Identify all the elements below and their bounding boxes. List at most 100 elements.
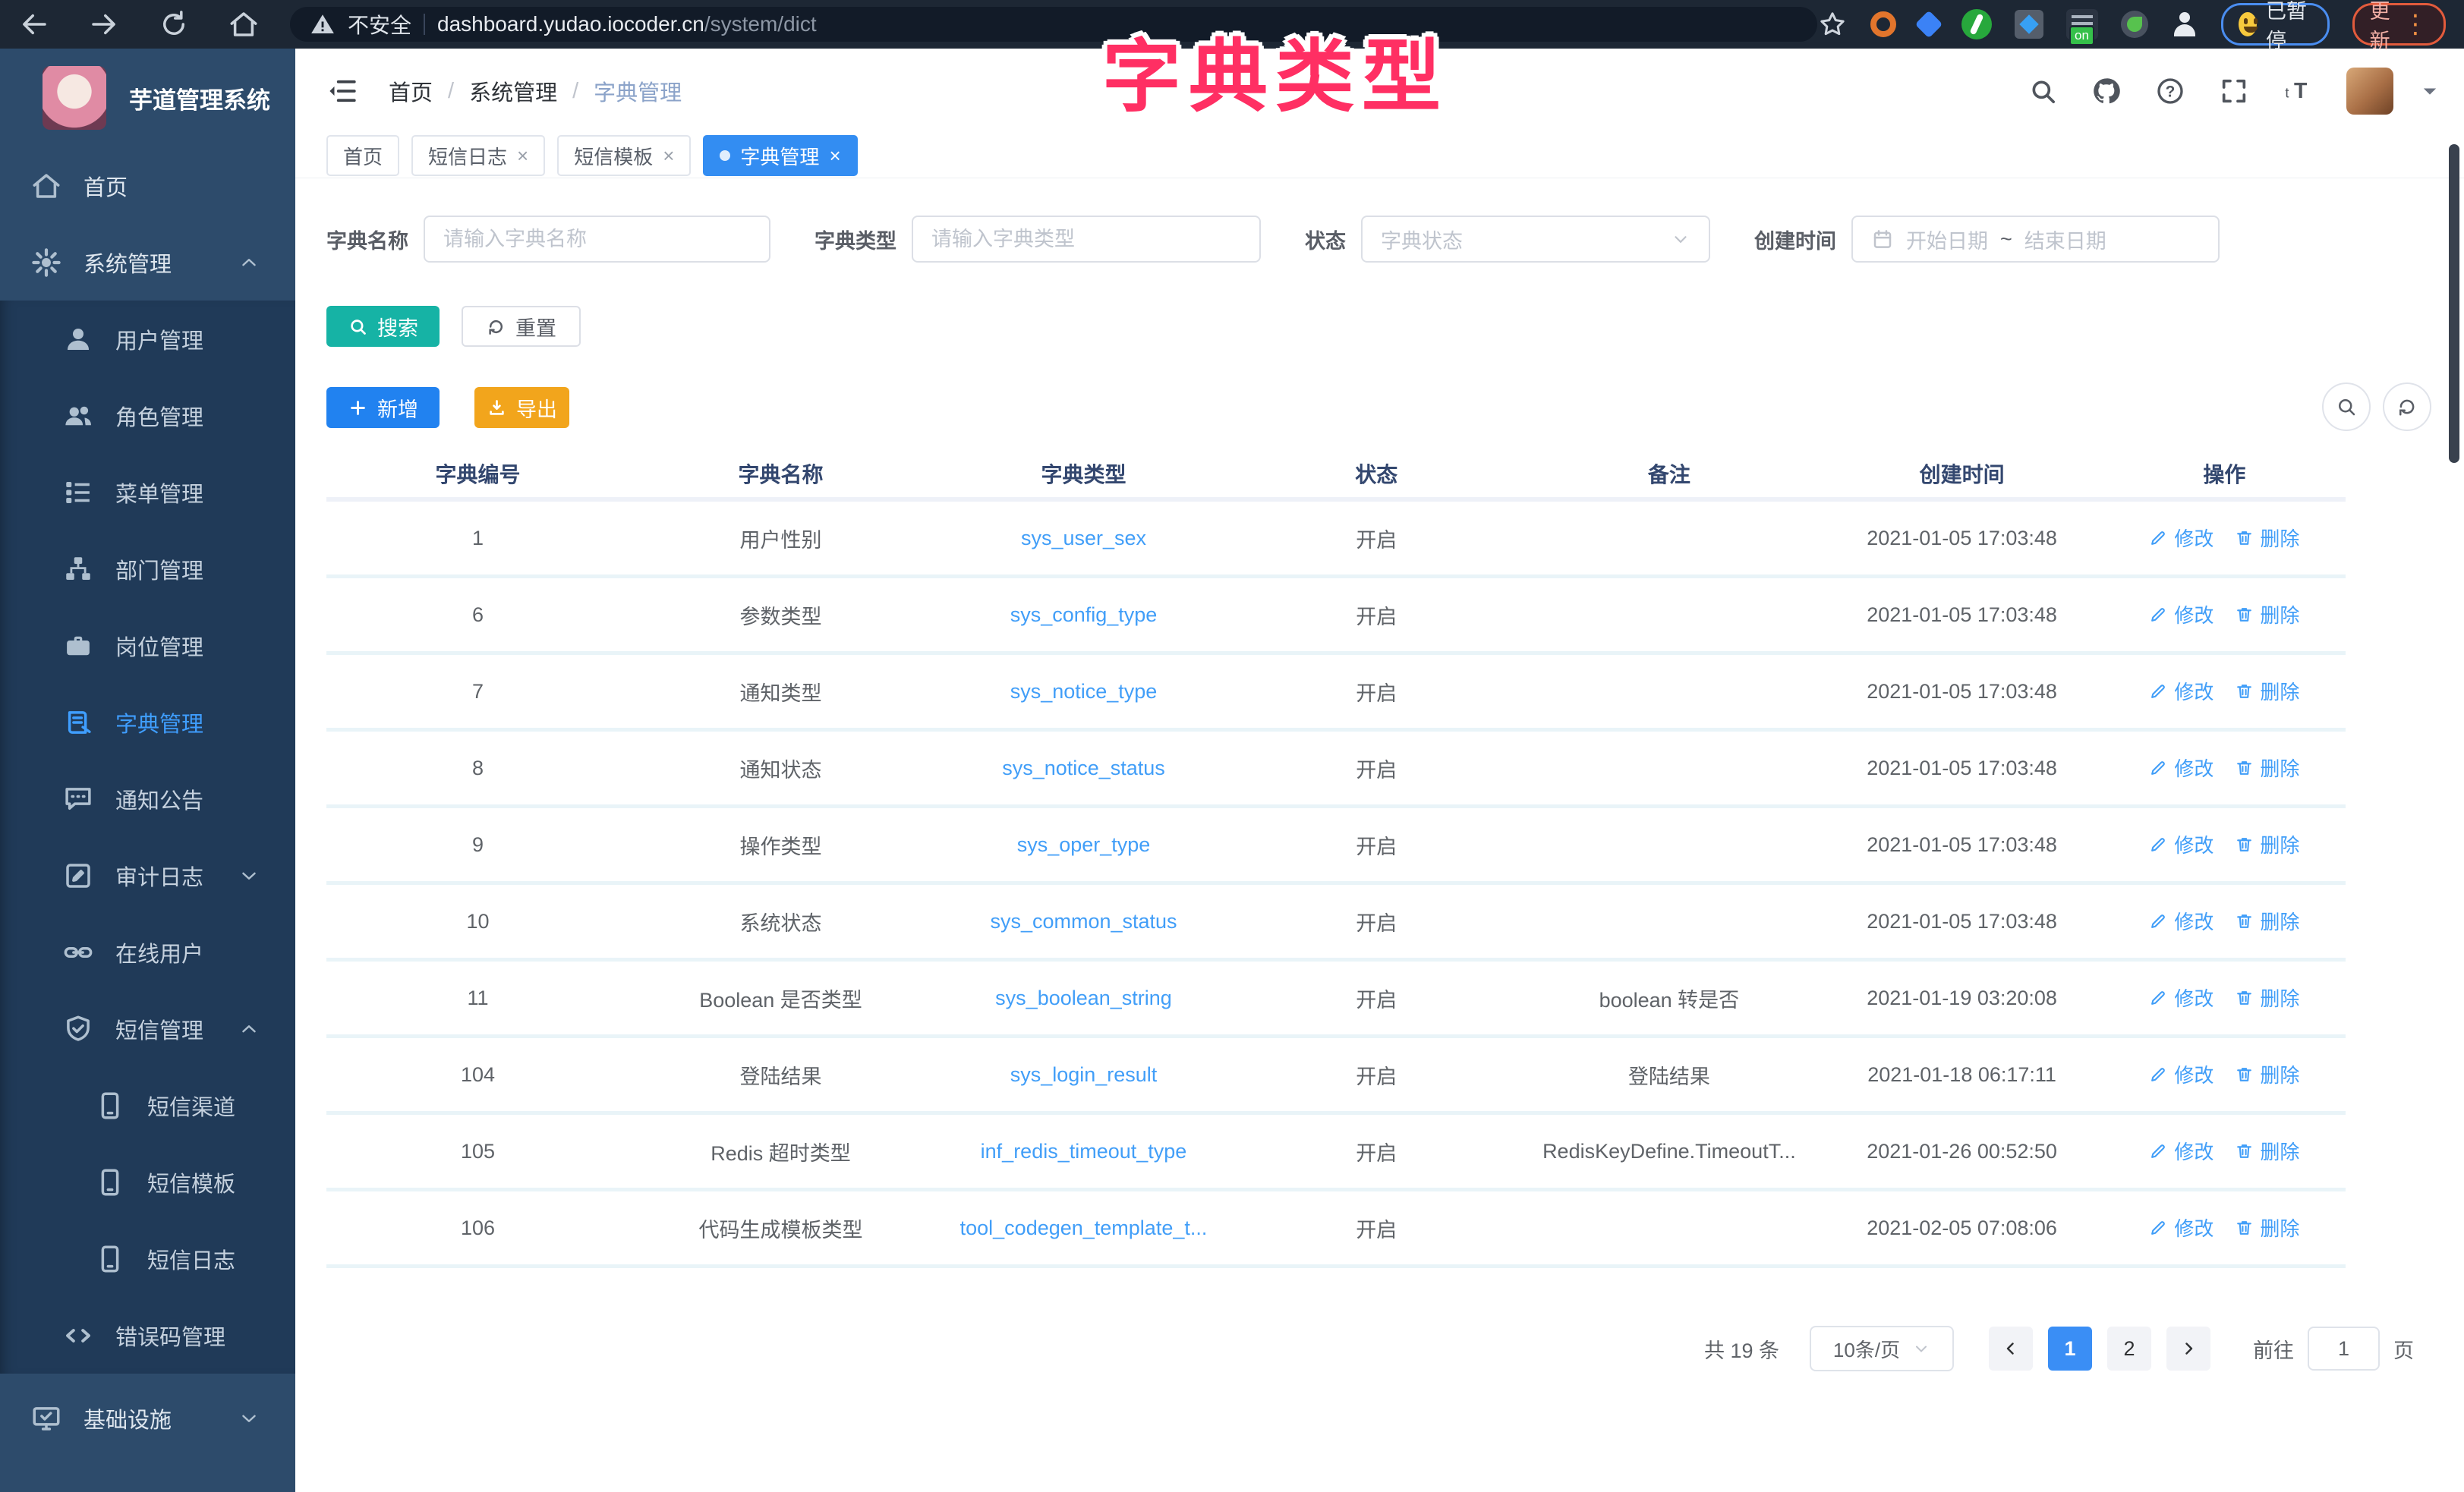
page-size-select[interactable]: 10条/页 (1810, 1326, 1954, 1371)
close-icon[interactable]: × (829, 146, 840, 165)
extension-icon[interactable]: on (2066, 9, 2098, 39)
sidebar-item[interactable]: 短信管理 (0, 990, 295, 1067)
edit-link[interactable]: 修改 (2149, 984, 2214, 1012)
edit-link[interactable]: 修改 (2149, 677, 2214, 705)
delete-link[interactable]: 删除 (2235, 1060, 2299, 1088)
search-icon[interactable] (2028, 76, 2058, 106)
next-page-button[interactable] (2166, 1327, 2210, 1371)
sidebar-item[interactable]: 在线用户 (0, 914, 295, 990)
status-select[interactable]: 字典状态 (1361, 216, 1710, 263)
breadcrumb-home[interactable]: 首页 (389, 75, 433, 107)
delete-link[interactable]: 删除 (2235, 677, 2299, 705)
close-icon[interactable]: × (517, 146, 528, 165)
dict-type-link[interactable]: sys_notice_type (1010, 680, 1158, 703)
tab-active[interactable]: 字典管理× (703, 135, 857, 176)
search-button[interactable]: 搜索 (326, 306, 440, 347)
sidebar-item[interactable]: 岗位管理 (0, 607, 295, 684)
dict-type-link[interactable]: sys_config_type (1010, 603, 1158, 626)
back-icon[interactable] (18, 8, 50, 40)
tab[interactable]: 首页 (326, 135, 399, 176)
delete-link[interactable]: 删除 (2235, 984, 2299, 1012)
breadcrumb-system[interactable]: 系统管理 (469, 75, 557, 107)
delete-link[interactable]: 删除 (2235, 830, 2299, 858)
delete-link[interactable]: 删除 (2235, 1137, 2299, 1165)
sidebar-item[interactable]: 系统管理 (0, 224, 295, 301)
extension-icon[interactable] (1915, 11, 1943, 39)
dict-type-link[interactable]: tool_codegen_template_t... (960, 1217, 1208, 1239)
forward-icon[interactable] (88, 8, 120, 40)
dict-type-link[interactable]: sys_login_result (1010, 1063, 1158, 1086)
delete-link[interactable]: 删除 (2235, 907, 2299, 935)
sidebar-item[interactable]: 通知公告 (0, 760, 295, 837)
start-date-placeholder[interactable]: 开始日期 (1906, 225, 1988, 254)
edit-link[interactable]: 修改 (2149, 907, 2214, 935)
tab[interactable]: 短信日志× (411, 135, 545, 176)
sidebar-item[interactable]: 基础设施 (0, 1380, 295, 1456)
sidebar-item[interactable]: 短信渠道 (0, 1067, 295, 1144)
sidebar-item[interactable]: 角色管理 (0, 377, 295, 454)
sidebar-item-active[interactable]: 字典管理 (0, 684, 295, 760)
extension-icon[interactable] (1961, 9, 1992, 39)
goto-page-input[interactable] (2308, 1327, 2380, 1371)
page-number-button[interactable]: 2 (2107, 1327, 2151, 1371)
dict-type-link[interactable]: sys_user_sex (1021, 527, 1146, 549)
caret-down-icon[interactable] (2419, 80, 2440, 102)
add-button[interactable]: 新增 (326, 387, 440, 428)
github-icon[interactable] (2091, 76, 2122, 106)
refresh-table-button[interactable] (2383, 382, 2431, 431)
sidebar-item[interactable]: 短信模板 (0, 1144, 295, 1220)
scrollbar-thumb[interactable] (2449, 144, 2459, 463)
browser-menu-icon[interactable]: ⋮ (2403, 11, 2428, 37)
dict-type-link[interactable]: sys_common_status (990, 910, 1177, 933)
extension-icon[interactable] (2121, 11, 2148, 38)
address-bar[interactable]: 不安全 dashboard.yudao.iocoder.cn/system/di… (290, 7, 1817, 42)
sidebar-toggle-icon[interactable] (326, 75, 358, 107)
edit-link[interactable]: 修改 (2149, 754, 2214, 782)
dict-name-input[interactable] (424, 216, 770, 263)
font-size-icon[interactable]: tT (2283, 76, 2313, 106)
fullscreen-icon[interactable] (2219, 76, 2249, 106)
dict-type-link[interactable]: sys_oper_type (1017, 833, 1151, 856)
paused-extension-badge[interactable]: 已暂停 (2221, 3, 2330, 46)
edit-link[interactable]: 修改 (2149, 1213, 2214, 1242)
user-avatar[interactable] (2346, 68, 2393, 115)
edit-link[interactable]: 修改 (2149, 1137, 2214, 1165)
delete-link[interactable]: 删除 (2235, 754, 2299, 782)
sidebar-item[interactable]: 审计日志 (0, 837, 295, 914)
sidebar-item[interactable]: 部门管理 (0, 530, 295, 607)
cell-dict-id: 8 (326, 730, 629, 807)
profile-icon[interactable] (2171, 11, 2198, 38)
delete-link[interactable]: 删除 (2235, 524, 2299, 552)
delete-link[interactable]: 删除 (2235, 600, 2299, 628)
delete-link[interactable]: 删除 (2235, 1213, 2299, 1242)
browser-update-button[interactable]: 更新 ⋮ (2352, 3, 2446, 46)
sidebar-item[interactable]: 错误码管理 (0, 1297, 295, 1374)
help-icon[interactable]: ? (2155, 76, 2185, 106)
edit-link[interactable]: 修改 (2149, 524, 2214, 552)
page-number-active[interactable]: 1 (2048, 1327, 2092, 1371)
tab[interactable]: 短信模板× (557, 135, 691, 176)
extension-icon[interactable] (2015, 10, 2043, 39)
dict-type-link[interactable]: sys_notice_status (1002, 757, 1165, 779)
prev-page-button[interactable] (1989, 1327, 2033, 1371)
dict-type-link[interactable]: inf_redis_timeout_type (981, 1140, 1187, 1163)
end-date-placeholder[interactable]: 结束日期 (2024, 225, 2106, 254)
bookmark-star-icon[interactable] (1817, 9, 1848, 39)
close-icon[interactable]: × (663, 146, 674, 165)
home-icon[interactable] (228, 8, 260, 40)
dict-type-link[interactable]: sys_boolean_string (995, 987, 1172, 1009)
sidebar-item[interactable]: 用户管理 (0, 301, 295, 377)
reset-button[interactable]: 重置 (462, 306, 581, 347)
date-range-picker[interactable]: 开始日期 ~ 结束日期 (1851, 216, 2220, 263)
edit-link[interactable]: 修改 (2149, 600, 2214, 628)
edit-link[interactable]: 修改 (2149, 1060, 2214, 1088)
sidebar-item[interactable]: 短信日志 (0, 1220, 295, 1297)
extension-icon[interactable] (1870, 11, 1896, 37)
export-button[interactable]: 导出 (474, 387, 569, 428)
toggle-search-button[interactable] (2322, 382, 2371, 431)
reload-icon[interactable] (158, 8, 190, 40)
dict-type-input[interactable] (912, 216, 1261, 263)
sidebar-item[interactable]: 首页 (0, 147, 295, 224)
edit-link[interactable]: 修改 (2149, 830, 2214, 858)
sidebar-item[interactable]: 菜单管理 (0, 454, 295, 530)
